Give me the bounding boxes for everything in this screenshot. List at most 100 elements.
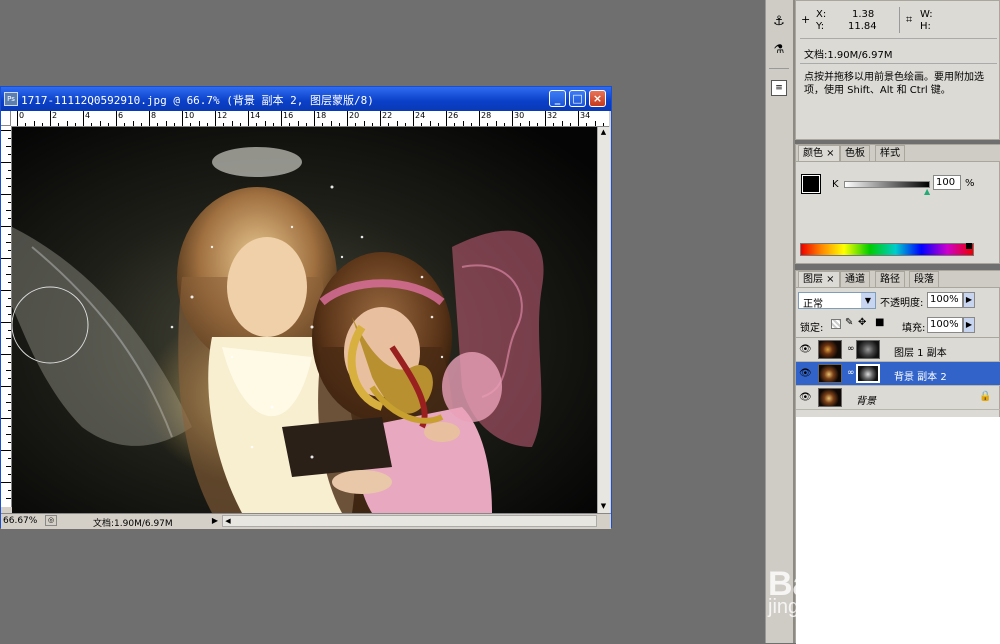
layer-name: 背景 副本 2: [894, 372, 947, 383]
layer-thumbnail: [818, 388, 842, 407]
ruler-tick: [454, 123, 456, 126]
tab-color[interactable]: 颜色 ×: [798, 145, 840, 161]
ruler-tick: [347, 111, 348, 126]
k-slider-track[interactable]: [844, 181, 930, 188]
ruler-tick: [231, 121, 233, 126]
ruler-tick: [190, 123, 192, 126]
k-value-input[interactable]: 100: [933, 175, 961, 190]
ruler-corner[interactable]: [1, 111, 11, 126]
ruler-tick: [1, 226, 11, 227]
tab-styles[interactable]: 样式: [875, 145, 905, 161]
ruler-tick: [33, 121, 35, 126]
ruler-tick: [553, 123, 555, 126]
opacity-input[interactable]: 100%: [927, 292, 963, 308]
eye-icon[interactable]: 👁: [799, 344, 812, 355]
ruler-tick: [6, 306, 11, 307]
k-slider-thumb[interactable]: ▲: [924, 187, 930, 196]
ruler-tick: [25, 123, 27, 126]
color-ramp-bw[interactable]: [966, 243, 972, 249]
zoom-level[interactable]: 66.67%: [3, 516, 37, 526]
minimize-button[interactable]: _: [549, 90, 566, 107]
ruler-tick: [1, 322, 11, 323]
document-status-bar: 66.67% ◎ 文档:1.90M/6.97M ▶ ◀: [1, 513, 611, 529]
ruler-tick: [421, 123, 423, 126]
lock-icon: 🔒: [979, 391, 992, 402]
ruler-tick: [206, 123, 208, 126]
layer-row[interactable]: 👁 ∞ 图层 1 副本: [796, 338, 1000, 362]
eye-icon[interactable]: 👁: [799, 392, 812, 403]
fill-input[interactable]: 100%: [927, 317, 963, 333]
ruler-tick: [388, 123, 390, 126]
layer-name: 背景: [856, 396, 876, 407]
ruler-label: 6: [118, 111, 124, 120]
lock-pixels-icon[interactable]: ✎: [845, 317, 853, 328]
close-button[interactable]: ×: [589, 90, 606, 107]
vertical-scrollbar[interactable]: ▲ ▼: [597, 127, 610, 513]
ruler-tick: [8, 138, 11, 139]
horizontal-ruler[interactable]: 0 2 4 6 8 10 12 14 16 18 20 22 24 26 28 30 32 34: [11, 111, 609, 127]
ruler-tick: [363, 121, 365, 126]
ruler-tick: [8, 282, 11, 283]
ruler-tick: [8, 218, 11, 219]
tab-layers[interactable]: 图层 ×: [798, 271, 840, 287]
blend-mode-select[interactable]: 正常 ▼: [798, 292, 876, 310]
ruler-tick: [8, 170, 11, 171]
status-menu-icon[interactable]: ◎: [45, 515, 57, 526]
link-icon: ∞: [847, 368, 855, 378]
ruler-tick: [239, 123, 241, 126]
opacity-arrow-button[interactable]: ▶: [963, 292, 975, 308]
lock-all-icon[interactable]: ■: [875, 317, 884, 328]
layer-comps-icon[interactable]: ≡: [771, 80, 787, 96]
lock-transparent-icon[interactable]: [831, 319, 841, 329]
tab-paths[interactable]: 路径: [875, 271, 905, 287]
ruler-tick: [8, 250, 11, 251]
tool-hint: 点按并拖移以用前景色绘画。要用附加选项，使用 Shift、Alt 和 Ctrl …: [804, 72, 984, 96]
tab-channels[interactable]: 通道: [840, 271, 870, 287]
baidu-jingyan-watermark: Bai 经验 jingyan.baidu.com: [760, 538, 960, 628]
info-divider: [899, 7, 900, 33]
ruler-tick: [198, 121, 200, 126]
ruler-tick: [545, 111, 546, 126]
status-arrow-button[interactable]: ▶: [210, 515, 220, 526]
tab-paragraph[interactable]: 段落: [909, 271, 939, 287]
ruler-tick: [404, 123, 406, 126]
vertical-ruler[interactable]: [1, 126, 12, 507]
ruler-tick: [223, 123, 225, 126]
ruler-tick: [74, 123, 76, 126]
doc-size-info: 文档:1.90M/6.97M: [804, 50, 893, 61]
ruler-tick: [6, 274, 11, 275]
ruler-tick: [6, 434, 11, 435]
ruler-tick: [462, 121, 464, 126]
layer-row[interactable]: 👁 背景 🔒: [796, 386, 1000, 410]
ruler-tick: [8, 314, 11, 315]
chevron-down-icon[interactable]: ▼: [861, 293, 875, 308]
horizontal-scrollbar[interactable]: ◀: [222, 515, 597, 527]
photoshop-doc-icon[interactable]: Ps: [4, 92, 18, 106]
tab-swatches[interactable]: 色板: [840, 145, 870, 161]
ruler-label: 24: [415, 111, 426, 120]
scroll-up-arrow[interactable]: ▲: [598, 127, 609, 138]
ruler-tick: [58, 123, 60, 126]
ruler-tick: [124, 123, 126, 126]
eye-icon[interactable]: 👁: [799, 368, 812, 379]
brush-preset-icon[interactable]: ⚓: [771, 14, 787, 32]
tool-preset-icon[interactable]: ⚗: [771, 42, 787, 60]
lock-position-icon[interactable]: ✥: [858, 317, 866, 328]
fill-arrow-button[interactable]: ▶: [963, 317, 975, 333]
scroll-left-arrow[interactable]: ◀: [223, 516, 233, 526]
scroll-down-arrow[interactable]: ▼: [598, 501, 609, 512]
ruler-tick: [578, 111, 579, 126]
foreground-color-swatch[interactable]: [801, 174, 821, 194]
image-canvas[interactable]: [12, 127, 597, 513]
color-ramp[interactable]: [800, 243, 974, 256]
color-panel: 颜色 × 色板 样式 K ▲ 100 %: [795, 144, 1000, 264]
ruler-tick: [157, 123, 159, 126]
ruler-label: 26: [448, 111, 459, 120]
ruler-tick: [1, 258, 11, 259]
maximize-button[interactable]: □: [569, 90, 586, 107]
ruler-label: 18: [316, 111, 327, 120]
ruler-tick: [8, 330, 11, 331]
layer-row-selected[interactable]: 👁 ∞ 背景 副本 2: [796, 362, 1000, 386]
document-title-bar[interactable]: Ps 1717-11112Q0592910.jpg @ 66.7% (背景 副本…: [1, 87, 611, 111]
ruler-label: 32: [547, 111, 558, 120]
